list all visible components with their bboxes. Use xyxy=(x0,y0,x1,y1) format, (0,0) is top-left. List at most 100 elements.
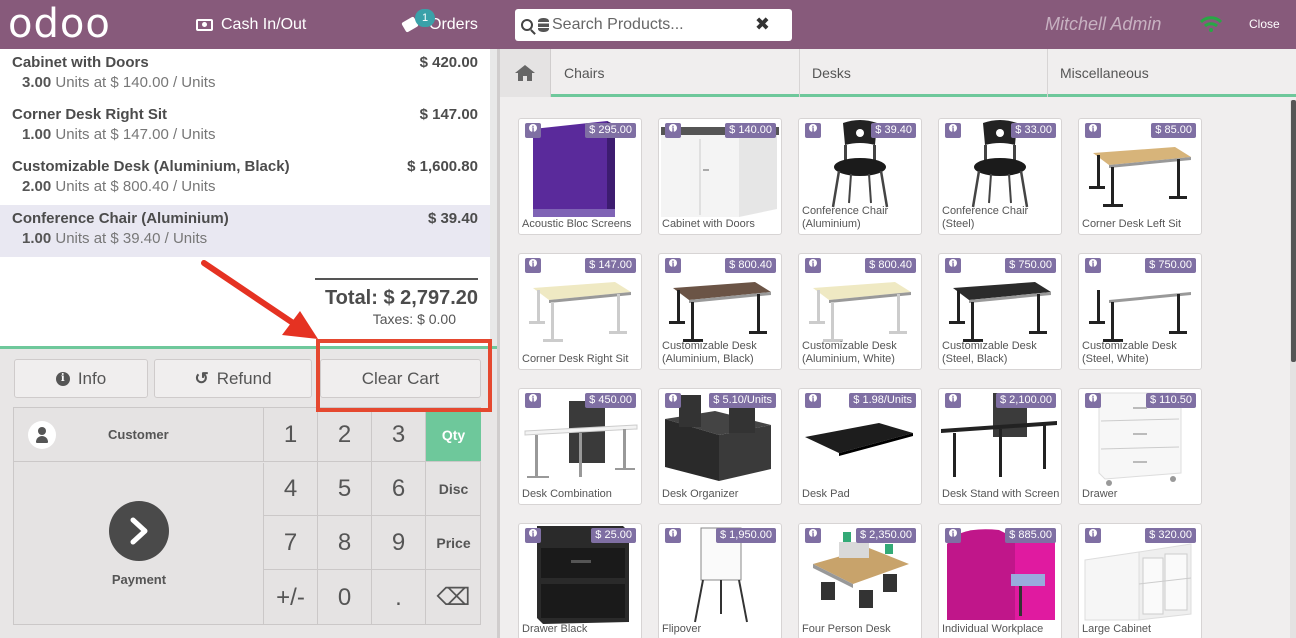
product-info-icon[interactable] xyxy=(945,393,961,408)
orderline[interactable]: Cabinet with Doors $ 420.00 3.00 Units at … xyxy=(0,49,490,101)
product-price-tag: $ 1.98/Units xyxy=(849,393,916,408)
product-card[interactable]: $ 85.00 Corner Desk Left Sit xyxy=(1078,118,1202,235)
customer-button[interactable]: Customer xyxy=(14,408,264,462)
payment-button[interactable]: Payment xyxy=(14,463,264,625)
price-mode-button[interactable]: Price xyxy=(426,516,481,570)
product-card[interactable]: $ 2,100.00 Desk Stand with Screen xyxy=(938,388,1062,505)
key-7[interactable]: 7 xyxy=(264,516,318,570)
key-3[interactable]: 3 xyxy=(372,408,426,462)
product-info-icon[interactable] xyxy=(805,123,821,138)
product-card[interactable]: $ 140.00 Cabinet with Doors xyxy=(658,118,782,235)
products-scrollbar-thumb[interactable] xyxy=(1291,100,1296,362)
order-taxes: Taxes: $ 0.00 xyxy=(372,311,456,327)
product-name: Large Cabinet xyxy=(1082,623,1152,635)
orderline-detail: 1.00 Units at $ 147.00 / Units xyxy=(22,126,478,143)
discount-mode-button[interactable]: Disc xyxy=(426,462,481,516)
product-info-icon[interactable] xyxy=(525,123,541,138)
product-price-tag: $ 750.00 xyxy=(1005,258,1056,273)
product-card[interactable]: $ 147.00 Corner Desk Right Sit xyxy=(518,253,642,370)
product-name: Flipover xyxy=(662,623,702,635)
decimal-key[interactable]: . xyxy=(372,570,426,625)
orderline-unit-info: Units at $ 140.00 / Units xyxy=(55,74,216,91)
order-scrollbar[interactable] xyxy=(490,49,497,347)
product-card[interactable]: $ 885.00 Individual Workplace xyxy=(938,523,1062,638)
product-info-icon[interactable] xyxy=(665,123,681,138)
user-name[interactable]: Mitchell Admin xyxy=(1045,14,1161,35)
product-card[interactable]: $ 800.40 Customizable Desk (Aluminium, Bl… xyxy=(658,253,782,370)
search-input[interactable] xyxy=(552,16,752,34)
product-card[interactable]: $ 39.40 Conference Chair (Aluminium) xyxy=(798,118,922,235)
key-6[interactable]: 6 xyxy=(372,462,426,516)
key-5[interactable]: 5 xyxy=(318,462,372,516)
product-name: Drawer Black xyxy=(522,623,588,635)
orderline[interactable]: Corner Desk Right Sit $ 147.00 1.00 Units … xyxy=(0,101,490,153)
order-total: Total: $ 2,797.20 xyxy=(324,287,478,309)
info-icon: i xyxy=(55,371,70,386)
home-category-button[interactable] xyxy=(500,49,551,97)
orders-button[interactable]: 1 Orders xyxy=(401,0,478,49)
home-icon xyxy=(515,65,535,81)
category-miscellaneous[interactable]: Miscellaneous xyxy=(1048,49,1296,97)
product-card[interactable]: $ 25.00 Drawer Black xyxy=(518,523,642,638)
product-name: Desk Organizer xyxy=(662,488,739,500)
product-card[interactable]: $ 450.00 Desk Combination xyxy=(518,388,642,505)
product-card[interactable]: $ 1.98/Units Desk Pad xyxy=(798,388,922,505)
product-info-icon[interactable] xyxy=(525,528,541,543)
product-card[interactable]: $ 1,950.00 Flipover xyxy=(658,523,782,638)
product-card[interactable]: $ 33.00 Conference Chair (Steel) xyxy=(938,118,1062,235)
product-card[interactable]: $ 750.00 Customizable Desk (Steel, Black) xyxy=(938,253,1062,370)
category-chairs[interactable]: Chairs xyxy=(551,49,800,97)
product-info-icon[interactable] xyxy=(1085,123,1101,138)
product-info-icon[interactable] xyxy=(945,258,961,273)
key-8[interactable]: 8 xyxy=(318,516,372,570)
refund-button[interactable]: ↺ Refund xyxy=(154,359,312,398)
product-info-icon[interactable] xyxy=(945,123,961,138)
product-name: Corner Desk Right Sit xyxy=(522,353,629,365)
orders-count-badge: 1 xyxy=(415,9,435,27)
product-card[interactable]: $ 295.00 Acoustic Bloc Screens xyxy=(518,118,642,235)
key-0[interactable]: 0 xyxy=(318,570,372,625)
product-card[interactable]: $ 110.50 Drawer xyxy=(1078,388,1202,505)
clear-search-icon[interactable]: ✖ xyxy=(755,14,770,35)
qty-mode-button[interactable]: Qty xyxy=(426,408,481,462)
product-info-icon[interactable] xyxy=(805,528,821,543)
backspace-key[interactable]: ⌫ xyxy=(426,570,481,625)
product-price-tag: $ 39.40 xyxy=(871,123,916,138)
orderline[interactable]: Conference Chair (Aluminium) $ 39.40 1.00 … xyxy=(0,205,490,257)
product-card[interactable]: $ 750.00 Customizable Desk (Steel, White) xyxy=(1078,253,1202,370)
product-info-icon[interactable] xyxy=(665,393,681,408)
chevron-right-icon xyxy=(109,501,169,561)
product-name: Conference Chair (Steel) xyxy=(942,205,1029,230)
product-info-icon[interactable] xyxy=(805,393,821,408)
close-button[interactable]: Close xyxy=(1249,17,1280,31)
plus-minus-key[interactable]: +/- xyxy=(264,570,318,625)
product-name: Cabinet with Doors xyxy=(662,218,755,230)
cash-in-out-button[interactable]: Cash In/Out xyxy=(196,0,306,49)
key-2[interactable]: 2 xyxy=(318,408,372,462)
product-info-icon[interactable] xyxy=(1085,258,1101,273)
orderline-price: $ 1,600.80 xyxy=(407,158,478,175)
product-info-icon[interactable] xyxy=(525,393,541,408)
info-button[interactable]: i Info xyxy=(14,359,148,398)
orderline[interactable]: Customizable Desk (Aluminium, Black) $ 1,… xyxy=(0,153,490,205)
key-4[interactable]: 4 xyxy=(264,462,318,516)
product-card[interactable]: $ 2,350.00 Four Person Desk xyxy=(798,523,922,638)
product-info-icon[interactable] xyxy=(945,528,961,543)
category-desks[interactable]: Desks xyxy=(800,49,1048,97)
product-price-tag: $ 110.50 xyxy=(1145,393,1196,408)
product-info-icon[interactable] xyxy=(665,528,681,543)
product-grid: $ 295.00 Acoustic Bloc Screens $ 140.00 Cab… xyxy=(500,100,1290,638)
product-card[interactable]: $ 800.40 Customizable Desk (Aluminium, Wh… xyxy=(798,253,922,370)
key-1[interactable]: 1 xyxy=(264,408,318,462)
product-card[interactable]: $ 5.10/Units Desk Organizer xyxy=(658,388,782,505)
product-info-icon[interactable] xyxy=(665,258,681,273)
key-9[interactable]: 9 xyxy=(372,516,426,570)
database-icon[interactable] xyxy=(538,18,549,32)
customer-label: Customer xyxy=(108,427,169,442)
product-name: Individual Workplace xyxy=(942,623,1044,635)
product-card[interactable]: $ 320.00 Large Cabinet xyxy=(1078,523,1202,638)
product-info-icon[interactable] xyxy=(525,258,541,273)
product-info-icon[interactable] xyxy=(1085,393,1101,408)
product-info-icon[interactable] xyxy=(1085,528,1101,543)
product-info-icon[interactable] xyxy=(805,258,821,273)
